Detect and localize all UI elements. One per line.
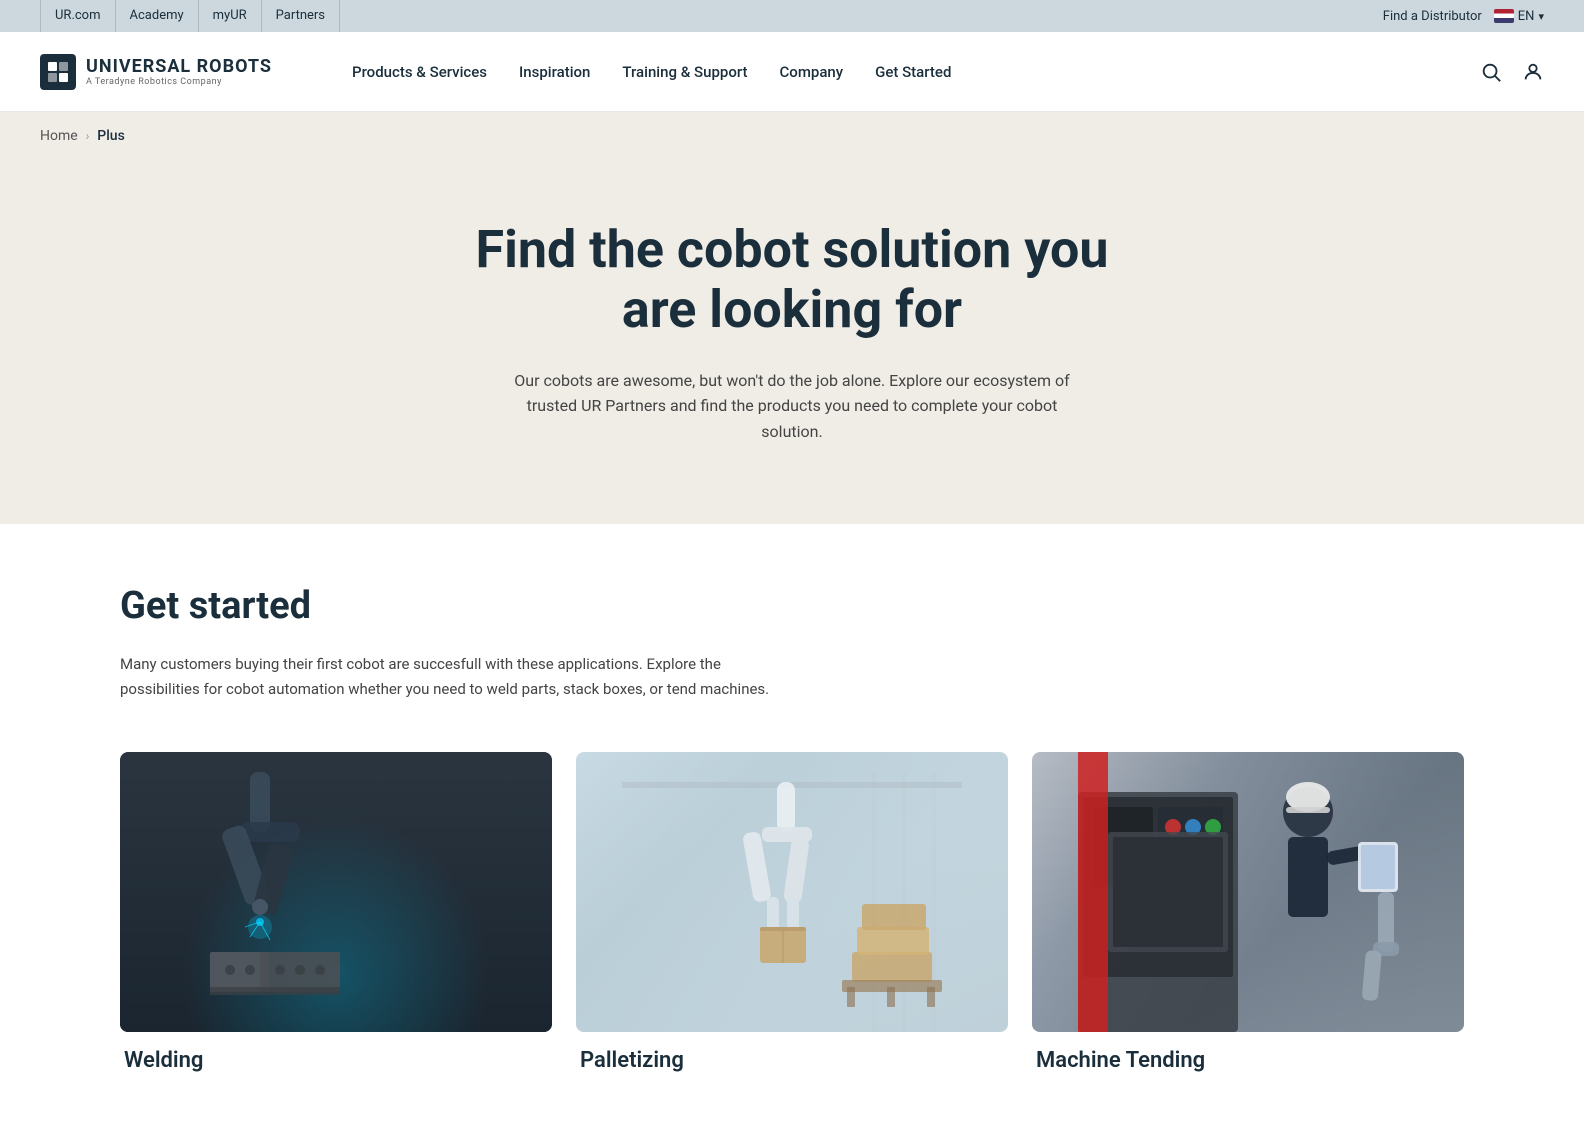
breadcrumb-home[interactable]: Home bbox=[40, 128, 78, 144]
nav-company[interactable]: Company bbox=[780, 55, 844, 89]
search-button[interactable] bbox=[1480, 61, 1502, 83]
language-selector[interactable]: EN ▾ bbox=[1494, 9, 1544, 24]
section-description: Many customers buying their first cobot … bbox=[120, 652, 800, 702]
chevron-down-icon: ▾ bbox=[1538, 10, 1544, 23]
cards-grid: Welding bbox=[120, 752, 1464, 1073]
card-machine-tending[interactable]: Machine Tending bbox=[1032, 752, 1464, 1073]
card-image-welding bbox=[120, 752, 552, 1032]
card-palletizing[interactable]: Palletizing bbox=[576, 752, 1008, 1073]
topbar-link-urcom[interactable]: UR.com bbox=[40, 0, 116, 32]
nav-inspiration[interactable]: Inspiration bbox=[519, 55, 590, 89]
top-bar-right: Find a Distributor EN ▾ bbox=[1383, 9, 1544, 24]
flag-icon bbox=[1494, 9, 1514, 23]
nav-training[interactable]: Training & Support bbox=[622, 55, 747, 89]
hero-title: Find the cobot solution you are looking … bbox=[442, 220, 1142, 340]
user-button[interactable] bbox=[1522, 61, 1544, 83]
card-image-palletizing bbox=[576, 752, 1008, 1032]
topbar-link-academy[interactable]: Academy bbox=[116, 0, 199, 32]
breadcrumb: Home › Plus bbox=[0, 112, 1584, 160]
logo[interactable]: UNIVERSAL ROBOTS A Teradyne Robotics Com… bbox=[40, 54, 272, 90]
header-icons bbox=[1480, 61, 1544, 83]
top-bar-links: UR.com Academy myUR Partners bbox=[40, 0, 340, 32]
nav-get-started[interactable]: Get Started bbox=[875, 55, 951, 89]
main-content: Get started Many customers buying their … bbox=[0, 524, 1584, 1133]
card-label-machine-tending: Machine Tending bbox=[1032, 1048, 1464, 1073]
language-label: EN bbox=[1518, 9, 1535, 24]
logo-icon bbox=[40, 54, 76, 90]
logo-text: UNIVERSAL ROBOTS A Teradyne Robotics Com… bbox=[86, 56, 272, 87]
card-image-machine bbox=[1032, 752, 1464, 1032]
find-distributor-link[interactable]: Find a Distributor bbox=[1383, 9, 1482, 24]
breadcrumb-current: Plus bbox=[97, 128, 125, 144]
card-label-welding: Welding bbox=[120, 1048, 552, 1073]
topbar-link-myur[interactable]: myUR bbox=[199, 0, 262, 32]
breadcrumb-separator: › bbox=[86, 129, 90, 143]
nav-products[interactable]: Products & Services bbox=[352, 55, 487, 89]
top-bar: UR.com Academy myUR Partners Find a Dist… bbox=[0, 0, 1584, 32]
logo-sub-text: A Teradyne Robotics Company bbox=[86, 77, 272, 87]
section-title: Get started bbox=[120, 584, 1464, 628]
topbar-link-partners[interactable]: Partners bbox=[262, 0, 340, 32]
hero-section: Find the cobot solution you are looking … bbox=[0, 160, 1584, 524]
card-label-palletizing: Palletizing bbox=[576, 1048, 1008, 1073]
header: UNIVERSAL ROBOTS A Teradyne Robotics Com… bbox=[0, 32, 1584, 112]
logo-main-text: UNIVERSAL ROBOTS bbox=[86, 56, 272, 77]
card-welding[interactable]: Welding bbox=[120, 752, 552, 1073]
hero-description: Our cobots are awesome, but won't do the… bbox=[502, 368, 1082, 445]
main-nav: Products & Services Inspiration Training… bbox=[352, 55, 951, 89]
